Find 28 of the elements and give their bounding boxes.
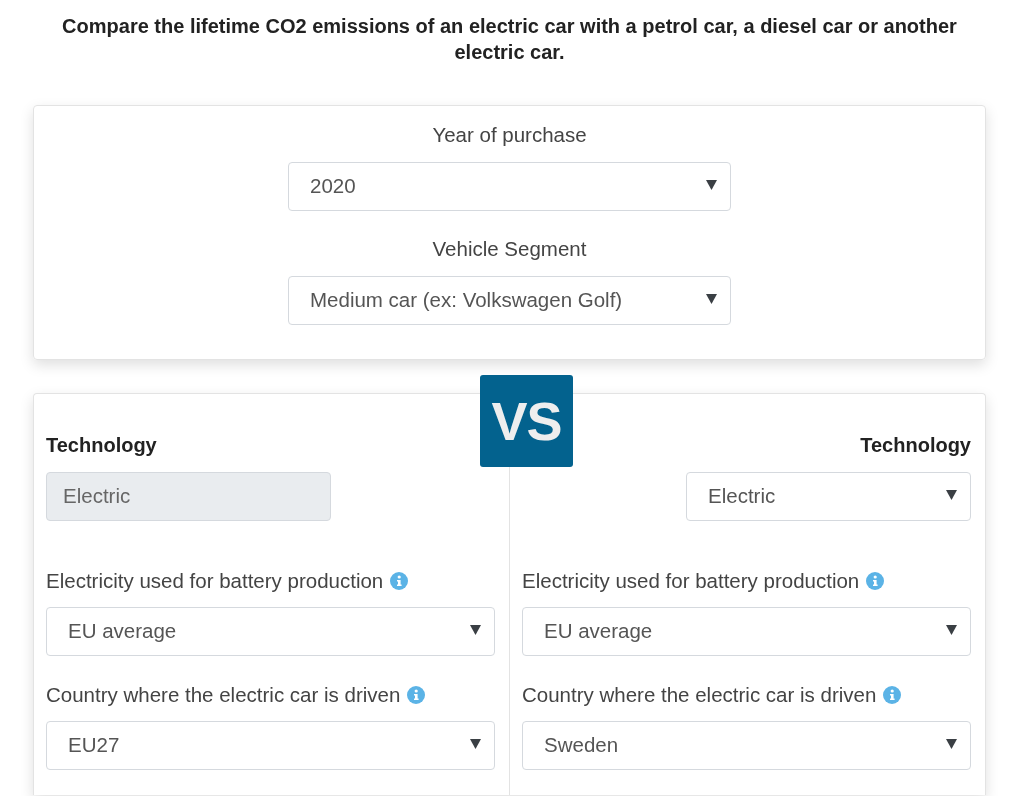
info-icon[interactable] — [866, 572, 885, 590]
dropdown-select[interactable]: EU average — [46, 607, 495, 656]
intro-text: Compare the lifetime CO2 emissions of an electric car with a petrol car, a diesel car or another electric car. — [61, 14, 958, 65]
field-label: Electricity used for battery production — [522, 569, 860, 593]
dropdown-select[interactable]: EU27 — [46, 721, 495, 770]
dropdown-select[interactable]: Medium car (ex: Volkswagen Golf) — [288, 276, 731, 325]
field-label: Electricity used for battery production — [46, 569, 384, 593]
field-label: Year of purchase — [432, 123, 587, 147]
field-label: Country where the electric car is driven — [46, 683, 401, 707]
section-heading: Technology — [860, 433, 971, 457]
dropdown-select[interactable]: 2020 — [288, 162, 731, 211]
section-heading: Technology — [46, 433, 157, 457]
caret-icon — [946, 489, 957, 500]
caret-icon — [946, 624, 957, 635]
caret-icon — [470, 738, 481, 749]
caret-icon — [706, 293, 717, 304]
vs-badge: VS — [480, 375, 573, 467]
caret-icon — [946, 738, 957, 749]
field-label: Vehicle Segment — [432, 237, 587, 261]
info-icon[interactable] — [390, 572, 409, 590]
caret-icon — [706, 179, 717, 190]
dropdown-select[interactable]: Electric — [686, 472, 971, 521]
info-icon[interactable] — [407, 686, 426, 704]
caret-icon — [470, 624, 481, 635]
dropdown-select[interactable]: EU average — [522, 607, 971, 656]
field-label: Country where the electric car is driven — [522, 683, 877, 707]
info-icon[interactable] — [883, 686, 902, 704]
dropdown-select[interactable]: Sweden — [522, 721, 971, 770]
